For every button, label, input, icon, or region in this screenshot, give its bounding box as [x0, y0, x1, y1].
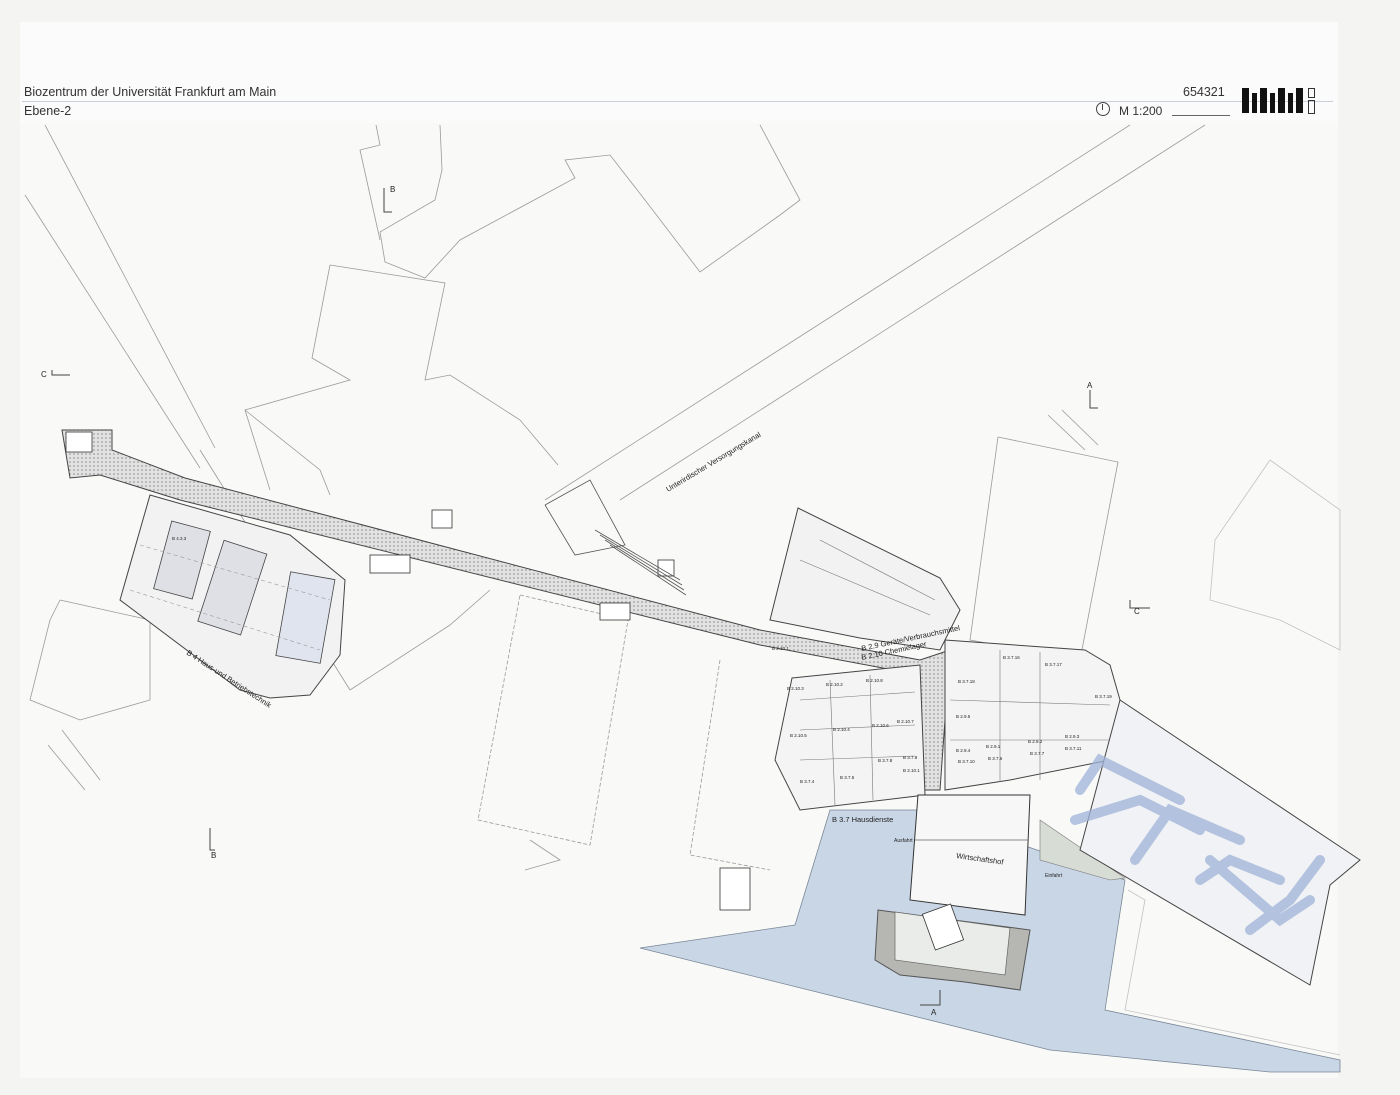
- section-label-b-bottom: B: [211, 851, 216, 860]
- room-label: B 4.3.3: [172, 536, 187, 541]
- parking-ramp-wing: [1070, 699, 1361, 986]
- room-label: B 2.10.8: [866, 678, 883, 683]
- room-label: B 3.7.19: [1095, 694, 1112, 699]
- room-label: B 2.10.5: [790, 733, 807, 738]
- room-label: B 3.7.11: [1065, 746, 1082, 751]
- label-b37: B 3.7 Hausdienste: [832, 815, 893, 824]
- section-label-b-top: B: [390, 185, 395, 194]
- room-label: B 2.10.3: [787, 686, 804, 691]
- building-b2-b37: [769, 507, 1121, 811]
- section-label-a-bottom: A: [931, 1008, 937, 1017]
- room-label: B 3.7.4: [800, 779, 815, 784]
- room-label: B 2.9.5: [956, 714, 971, 719]
- section-label-c-left: C: [41, 370, 47, 379]
- room-label: B 3.7.18: [958, 679, 975, 684]
- room-label: B 2.10.2: [826, 682, 843, 687]
- room-label: B 3.7.8: [878, 758, 893, 763]
- room-label: B 2.10.4: [833, 727, 850, 732]
- canal-connection: [544, 479, 687, 596]
- room-label: B 3.7.17: [1045, 662, 1062, 667]
- label-ausfahrt: Ausfahrt: [894, 838, 913, 844]
- room-label: B 3.7.10: [958, 759, 975, 764]
- room-label: B 3.7.7: [1030, 751, 1045, 756]
- room-label: B 3.7.6: [988, 756, 1003, 761]
- label-einfahrt: Einfahrt: [1045, 873, 1063, 879]
- room-label: B 3.7.5: [840, 775, 855, 780]
- room-label: B 3.7.9: [903, 755, 918, 760]
- room-label: B 2.10.7: [897, 719, 914, 724]
- section-label-c-right: C: [1134, 607, 1140, 616]
- room-label: B 2.10.6: [872, 723, 889, 728]
- room-label: B 2.9.2: [1028, 739, 1043, 744]
- room-label: B 2.9.3: [1065, 734, 1080, 739]
- room-label: B 3.7.16: [1003, 655, 1020, 660]
- room-label: B 2.10.1: [903, 768, 920, 773]
- section-label-a-top: A: [1087, 381, 1093, 390]
- room-label: B 2.9.4: [956, 748, 971, 753]
- room-label: B 2.10.1: [772, 646, 789, 651]
- room-label: B 2.9.1: [986, 744, 1001, 749]
- floor-plan: B C A C B A Unterirdischer Versorgungska…: [24, 124, 1361, 1073]
